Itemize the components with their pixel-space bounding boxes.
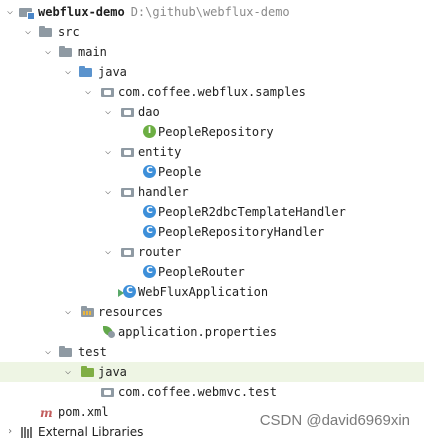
folder-icon	[38, 25, 54, 39]
project-tree: ⌵ webflux-demo D:\github\webflux-demo ⌵ s…	[0, 2, 424, 442]
tree-row-webflux-application[interactable]: C WebFluxApplication	[0, 282, 424, 302]
project-path: D:\github\webflux-demo	[130, 5, 290, 19]
package-icon	[100, 385, 116, 399]
package-icon	[100, 85, 116, 99]
libraries-icon	[20, 425, 36, 439]
package-icon	[120, 245, 136, 259]
package-icon	[120, 145, 136, 159]
tree-row-main[interactable]: ⌵ main	[0, 42, 424, 62]
tree-label: pom.xml	[58, 405, 109, 419]
folder-icon	[58, 45, 74, 59]
tree-row-project-root[interactable]: ⌵ webflux-demo D:\github\webflux-demo	[0, 2, 424, 22]
tree-row-test-java[interactable]: ⌵ java	[0, 362, 424, 382]
source-folder-icon	[78, 65, 94, 79]
tree-label: resources	[98, 305, 164, 319]
test-source-folder-icon	[80, 365, 96, 379]
tree-row-src[interactable]: ⌵ src	[0, 22, 424, 42]
chevron-down-icon[interactable]: ⌵	[42, 342, 54, 362]
tree-row-entity[interactable]: ⌵ entity	[0, 142, 424, 162]
tree-row-handler[interactable]: ⌵ handler	[0, 182, 424, 202]
tree-label: External Libraries	[38, 425, 144, 439]
chevron-down-icon[interactable]: ⌵	[62, 302, 74, 322]
class-icon: C	[142, 225, 158, 239]
chevron-down-icon[interactable]: ⌵	[62, 62, 74, 82]
chevron-down-icon[interactable]: ⌵	[42, 42, 54, 62]
tree-label: PeopleRepositoryHandler	[158, 225, 325, 239]
tree-row-people-r2dbc-handler[interactable]: C PeopleR2dbcTemplateHandler	[0, 202, 424, 222]
tree-label: java	[98, 365, 127, 379]
module-folder-icon	[18, 5, 35, 20]
tree-label: test	[78, 345, 107, 359]
tree-label: com.coffee.webflux.samples	[118, 85, 306, 99]
tree-label: PeopleRepository	[158, 125, 274, 139]
tree-row-people-repository-handler[interactable]: C PeopleRepositoryHandler	[0, 222, 424, 242]
chevron-down-icon[interactable]: ⌵	[102, 242, 114, 262]
spring-properties-icon	[102, 325, 118, 339]
chevron-down-icon[interactable]: ⌵	[102, 182, 114, 202]
tree-label: dao	[138, 105, 160, 119]
tree-row-test-package[interactable]: com.coffee.webmvc.test	[0, 382, 424, 402]
tree-row-application-properties[interactable]: application.properties	[0, 322, 424, 342]
tree-label: main	[78, 45, 107, 59]
run-class-icon: C	[118, 285, 138, 299]
chevron-down-icon[interactable]: ⌵	[82, 82, 94, 102]
tree-row-test[interactable]: ⌵ test	[0, 342, 424, 362]
tree-row-people-router[interactable]: C PeopleRouter	[0, 262, 424, 282]
chevron-right-icon[interactable]: ›	[4, 422, 16, 442]
class-icon: C	[142, 205, 158, 219]
chevron-down-icon[interactable]: ⌵	[22, 22, 34, 42]
tree-row-package[interactable]: ⌵ com.coffee.webflux.samples	[0, 82, 424, 102]
tree-row-resources[interactable]: ⌵ resources	[0, 302, 424, 322]
chevron-down-icon[interactable]: ⌵	[102, 142, 114, 162]
package-icon	[120, 185, 136, 199]
watermark: CSDN @david6969xin	[259, 412, 410, 429]
tree-row-people-repository[interactable]: I PeopleRepository	[0, 122, 424, 142]
tree-label: entity	[138, 145, 182, 159]
resources-folder-icon	[80, 305, 96, 319]
tree-row-java[interactable]: ⌵ java	[0, 62, 424, 82]
tree-row-dao[interactable]: ⌵ dao	[0, 102, 424, 122]
tree-label: WebFluxApplication	[138, 285, 269, 299]
class-icon: C	[142, 265, 158, 279]
maven-icon: m	[40, 406, 53, 420]
tree-label: com.coffee.webmvc.test	[118, 385, 277, 399]
tree-label: People	[158, 165, 202, 179]
project-name: webflux-demo	[38, 5, 125, 19]
tree-label: application.properties	[118, 325, 277, 339]
package-icon	[120, 105, 136, 119]
tree-row-people[interactable]: C People	[0, 162, 424, 182]
chevron-down-icon[interactable]: ⌵	[62, 362, 74, 382]
interface-icon: I	[142, 125, 158, 139]
tree-label: java	[98, 65, 127, 79]
tree-label: PeopleRouter	[158, 265, 245, 279]
tree-label: PeopleR2dbcTemplateHandler	[158, 205, 346, 219]
chevron-down-icon[interactable]: ⌵	[4, 2, 16, 22]
folder-icon	[58, 345, 74, 359]
tree-label: router	[138, 245, 182, 259]
tree-label: src	[58, 25, 80, 39]
tree-row-router[interactable]: ⌵ router	[0, 242, 424, 262]
chevron-down-icon[interactable]: ⌵	[102, 102, 114, 122]
class-icon: C	[142, 165, 158, 179]
tree-label: handler	[138, 185, 189, 199]
